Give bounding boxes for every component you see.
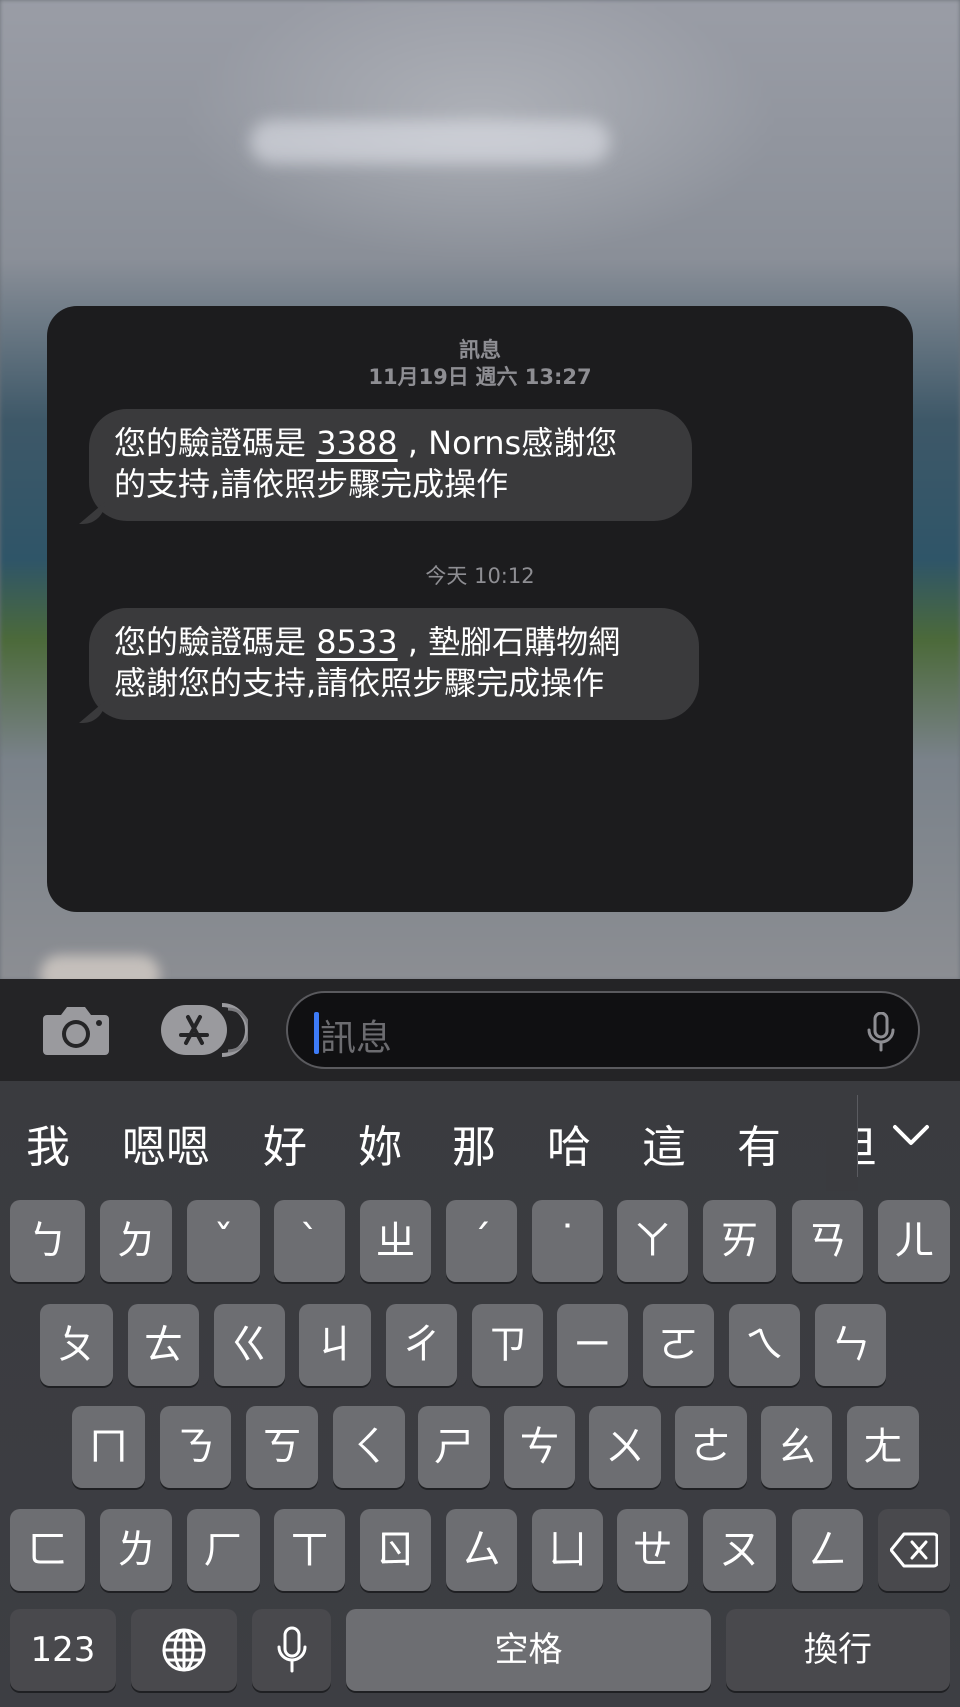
key-eh[interactable]: ㄝ [617, 1509, 688, 1591]
chevron-down-icon [893, 1125, 929, 1145]
timestamp-time: 週六 13:27 [475, 365, 592, 389]
key-tone-2[interactable]: ˊ [446, 1200, 517, 1282]
candidate-8[interactable]: 有 [737, 1111, 781, 1175]
key-j[interactable]: ㄐ [299, 1304, 371, 1386]
key-l[interactable]: ㄌ [100, 1509, 172, 1591]
numbers-key[interactable]: 123 [10, 1609, 116, 1691]
message-line-1: 您的驗證碼是 8533 , 墊腳石購物網 [114, 622, 673, 663]
timestamp-1: 11月19日 週六 13:27 [47, 361, 913, 391]
key-s[interactable]: ㄙ [446, 1509, 517, 1591]
expand-candidates-button[interactable] [889, 1115, 933, 1155]
camera-button[interactable] [41, 1003, 111, 1057]
timestamp-time: 10:12 [474, 564, 535, 588]
globe-icon [162, 1628, 206, 1672]
message-preview-card[interactable]: 訊息 11月19日 週六 13:27 您的驗證碼是 3388 , Norns感謝… [47, 306, 913, 912]
key-u[interactable]: ㄨ [589, 1406, 661, 1488]
key-b[interactable]: ㄅ [10, 1200, 85, 1282]
message-text: , 墊腳石購物網 [397, 623, 621, 661]
key-o[interactable]: ㄛ [643, 1304, 714, 1386]
key-tone-4[interactable]: ˋ [274, 1200, 345, 1282]
key-en[interactable]: ㄣ [815, 1304, 886, 1386]
key-sh[interactable]: ㄕ [418, 1406, 490, 1488]
candidate-bar: 我 嗯嗯 好 妳 那 哈 這 有 但 [0, 1081, 960, 1191]
key-a[interactable]: ㄚ [617, 1200, 688, 1282]
candidate-6[interactable]: 哈 [547, 1111, 591, 1175]
key-an[interactable]: ㄢ [792, 1200, 863, 1282]
candidate-1[interactable]: 我 [26, 1111, 70, 1175]
key-f[interactable]: ㄈ [10, 1509, 85, 1591]
timestamp-2: 今天 10:12 [47, 560, 913, 590]
key-zh[interactable]: ㄓ [360, 1200, 431, 1282]
app-store-button[interactable] [160, 1003, 251, 1057]
microphone-icon [277, 1626, 306, 1673]
message-line-2: 的支持,請依照步驟完成操作 [114, 465, 509, 503]
key-ch[interactable]: ㄔ [386, 1304, 457, 1386]
key-t[interactable]: ㄊ [128, 1304, 199, 1386]
key-i[interactable]: ㄧ [557, 1304, 628, 1386]
microphone-icon [867, 1011, 895, 1052]
candidate-7[interactable]: 這 [642, 1111, 686, 1175]
key-p[interactable]: ㄆ [40, 1304, 113, 1386]
message-line-2: 感謝您的支持,請依照步驟完成操作 [114, 664, 605, 702]
dictation-button[interactable] [866, 1011, 896, 1052]
key-g[interactable]: ㄍ [214, 1304, 285, 1386]
candidate-3[interactable]: 好 [263, 1111, 307, 1175]
camera-icon [43, 1007, 109, 1055]
verification-code-link[interactable]: 8533 [316, 623, 397, 661]
delete-key[interactable] [878, 1509, 950, 1591]
key-tone-neutral[interactable]: ˙ [532, 1200, 603, 1282]
blurred-date-shape [250, 120, 610, 164]
verification-code-link[interactable]: 3388 [316, 424, 397, 462]
divider [857, 1095, 858, 1177]
key-ei[interactable]: ㄟ [729, 1304, 800, 1386]
candidate-2[interactable]: 嗯嗯 [122, 1111, 210, 1175]
key-ou[interactable]: ㄡ [703, 1509, 776, 1591]
key-ang[interactable]: ㄤ [847, 1406, 919, 1488]
key-ao[interactable]: ㄠ [761, 1406, 832, 1488]
key-k[interactable]: ㄎ [246, 1406, 318, 1488]
key-r[interactable]: ㄖ [360, 1509, 431, 1591]
delete-backspace-icon [890, 1532, 938, 1568]
key-tone-3[interactable]: ˇ [187, 1200, 260, 1282]
timestamp-date: 11月19日 [368, 365, 469, 389]
app-name: 訊息 [459, 338, 501, 362]
candidate-5[interactable]: 那 [452, 1111, 496, 1175]
candidate-4[interactable]: 妳 [358, 1111, 402, 1175]
message-bubble-1[interactable]: 您的驗證碼是 3388 , Norns感謝您 的支持,請依照步驟完成操作 [89, 409, 692, 521]
message-line-1: 您的驗證碼是 3388 , Norns感謝您 [114, 423, 666, 464]
text-caret [314, 1012, 319, 1054]
key-z[interactable]: ㄗ [472, 1304, 543, 1386]
candidate-clip [826, 1095, 858, 1191]
message-placeholder: 訊息 [320, 1018, 393, 1059]
bopomofo-keyboard: 我 嗯嗯 好 妳 那 哈 這 有 但 ㄅ ㄉ ˇ ˋ ㄓ ˊ ˙ ㄚ ㄞ ㄢ ㄦ… [0, 1081, 960, 1707]
key-x[interactable]: ㄒ [274, 1509, 345, 1591]
message-input-bar: 訊息 [0, 979, 960, 1081]
app-store-icon [161, 1003, 251, 1057]
key-h[interactable]: ㄏ [187, 1509, 260, 1591]
dictation-key[interactable] [252, 1609, 331, 1691]
message-text: 您的驗證碼是 [114, 623, 317, 661]
key-eng[interactable]: ㄥ [792, 1509, 863, 1591]
key-yu[interactable]: ㄩ [532, 1509, 603, 1591]
globe-key[interactable] [131, 1609, 237, 1691]
timestamp-date: 今天 [425, 564, 468, 588]
space-key[interactable]: 空格 [346, 1609, 711, 1691]
key-d[interactable]: ㄉ [100, 1200, 172, 1282]
message-bubble-2[interactable]: 您的驗證碼是 8533 , 墊腳石購物網 感謝您的支持,請依照步驟完成操作 [89, 608, 699, 720]
message-text-field[interactable]: 訊息 [286, 991, 920, 1069]
key-e[interactable]: ㄜ [675, 1406, 747, 1488]
return-key[interactable]: 換行 [726, 1609, 950, 1691]
key-ai[interactable]: ㄞ [703, 1200, 776, 1282]
key-m[interactable]: ㄇ [72, 1406, 145, 1488]
key-er[interactable]: ㄦ [878, 1200, 950, 1282]
message-text: 您的驗證碼是 [114, 424, 317, 462]
key-n[interactable]: ㄋ [160, 1406, 231, 1488]
message-text: , Norns感謝您 [397, 424, 618, 462]
key-c[interactable]: ㄘ [504, 1406, 575, 1488]
key-q[interactable]: ㄑ [333, 1406, 405, 1488]
